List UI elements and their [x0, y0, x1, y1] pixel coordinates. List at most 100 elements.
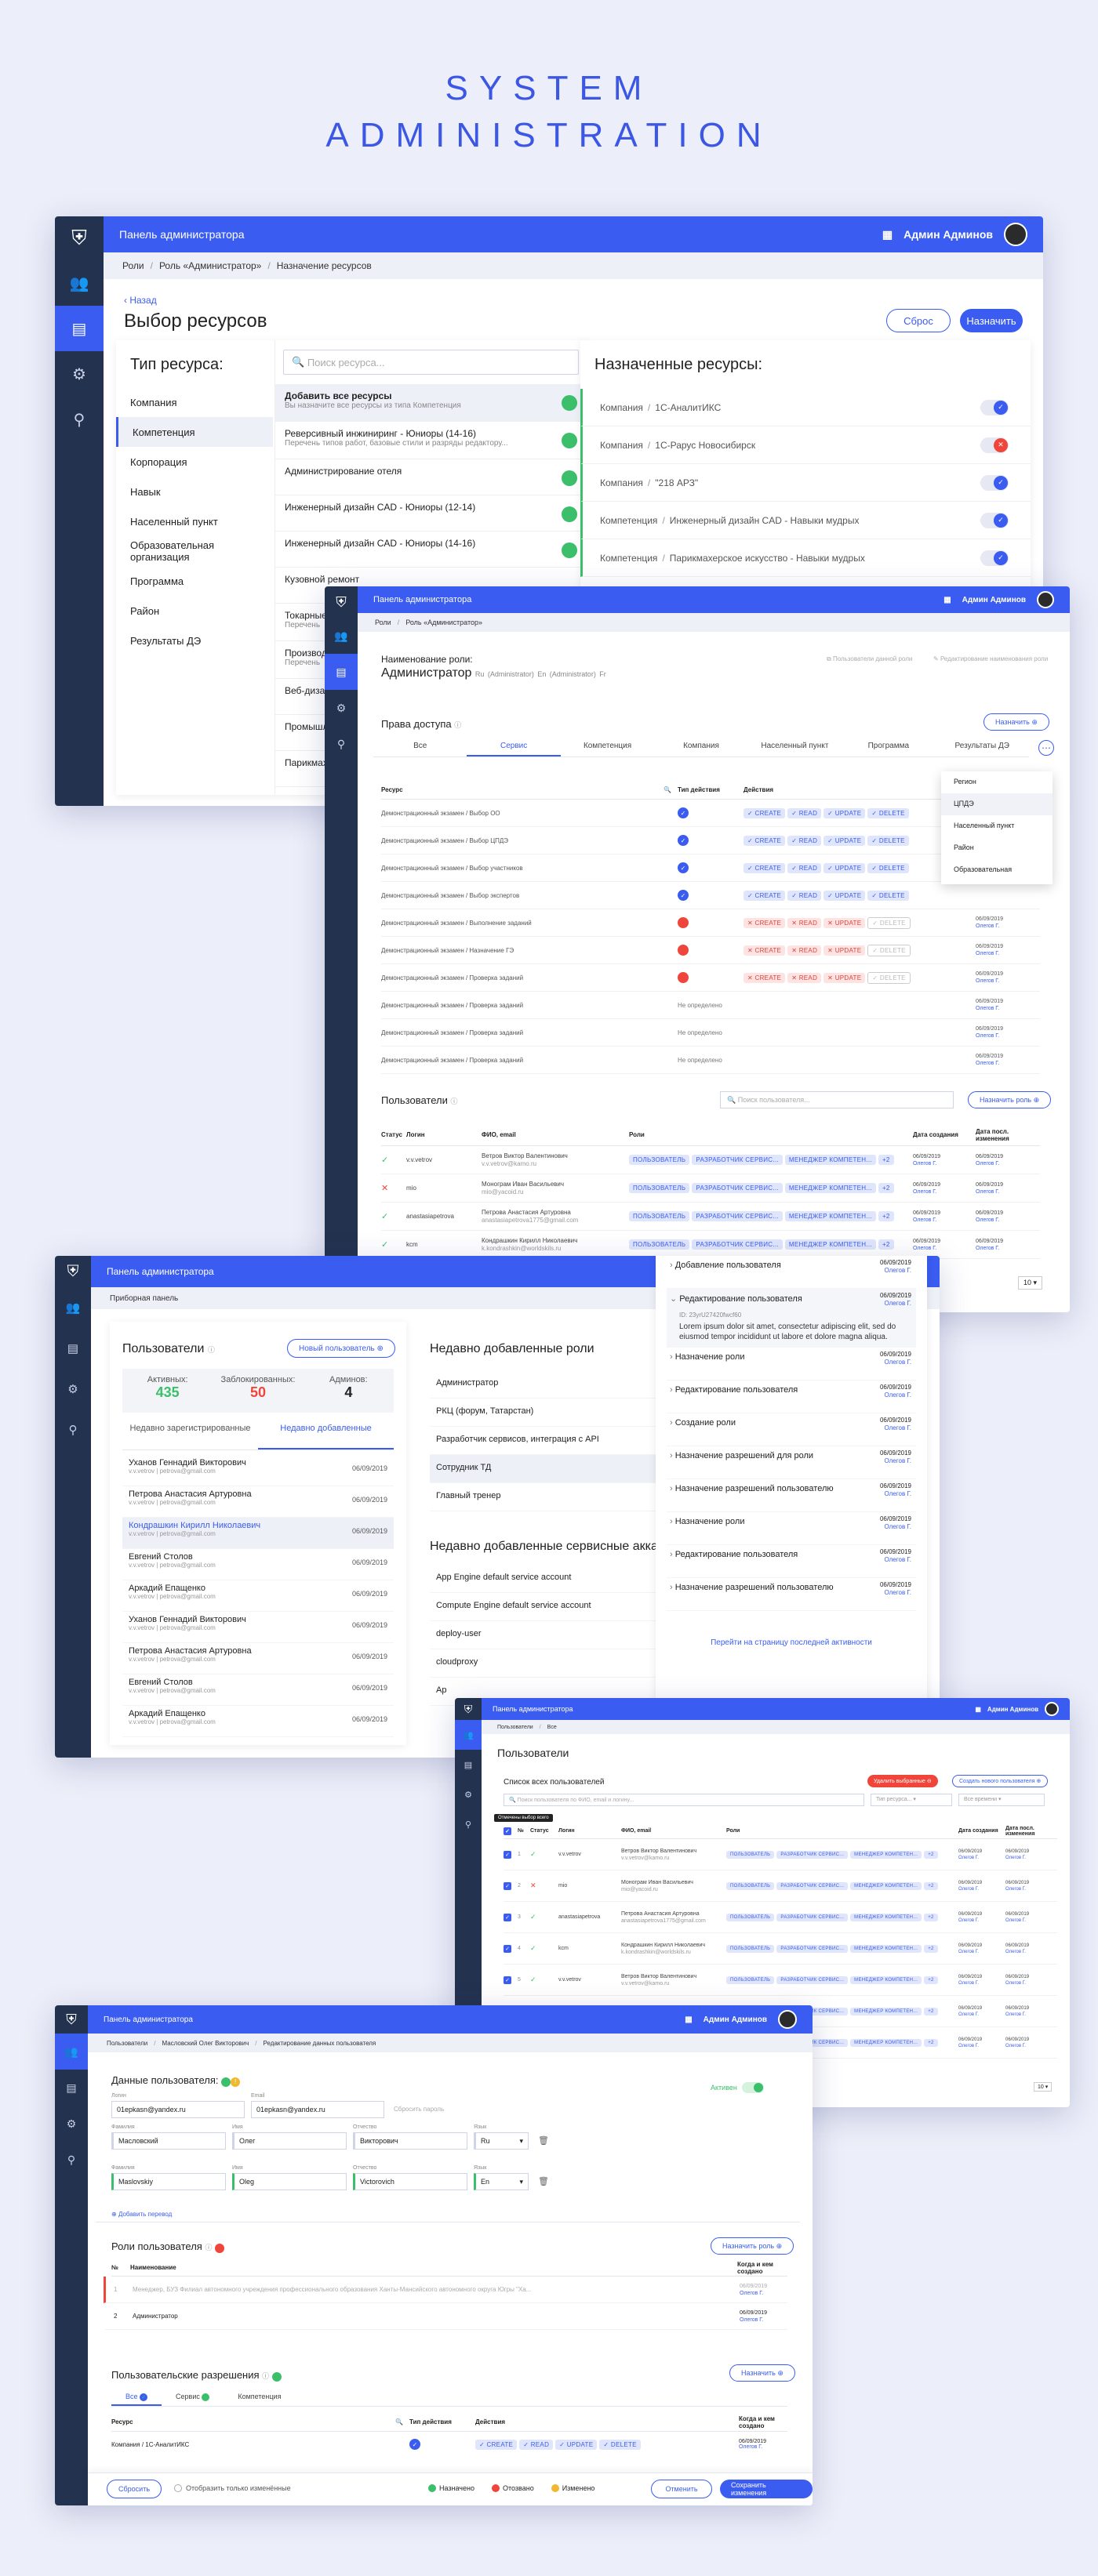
action-chip[interactable]: ✕ READ — [787, 917, 822, 928]
role-chip[interactable]: +2 — [878, 1211, 894, 1221]
role-chip[interactable]: ПОЛЬЗОВАТЕЛЬ — [629, 1239, 690, 1250]
action-chip[interactable]: ✕ CREATE — [744, 972, 786, 983]
type-check[interactable]: ✓ — [678, 862, 689, 873]
only-changed-toggle[interactable]: Отобразить только изменённые — [174, 2484, 291, 2492]
role-chip[interactable]: МЕНЕДЖЕР КОМПЕТЕН... — [850, 2007, 922, 2015]
activity-by[interactable]: Олегов Г. — [885, 1457, 912, 1464]
add-icon[interactable]: ➜ — [562, 470, 577, 486]
type-item[interactable]: Компания — [116, 387, 273, 417]
role-by[interactable]: Олегов Г. — [740, 2317, 763, 2323]
perm-tab[interactable]: Компетенция — [224, 2389, 295, 2406]
type-check[interactable]: ✕ — [678, 945, 689, 956]
name-field[interactable]: Олег — [232, 2132, 347, 2150]
link-role-users[interactable]: ⧉ Пользователи данной роли — [827, 655, 912, 663]
activity-item[interactable]: › Создание роли 06/09/2019 Олегов Г. — [667, 1413, 916, 1446]
created-by[interactable]: Олегов Г. — [913, 1246, 936, 1251]
role-chip[interactable]: +2 — [924, 1976, 938, 1984]
assigned-toggle[interactable]: ✓ — [980, 399, 1009, 415]
activity-item[interactable]: › Редактирование пользователя 06/09/2019 О… — [667, 1381, 916, 1413]
modified-by[interactable]: Олегов Г. — [976, 1246, 999, 1251]
name-field[interactable]: Maslovskiy — [111, 2173, 226, 2190]
user-name[interactable]: Админ Админов — [903, 228, 993, 241]
assign-button[interactable]: Назначить — [960, 309, 1023, 332]
action-chip[interactable]: ✓ UPDATE — [824, 835, 866, 846]
created-by[interactable]: Олегов Г. — [913, 1189, 936, 1195]
language-select[interactable]: Ru ▾ — [474, 2132, 529, 2150]
user-name[interactable]: Админ Админов — [704, 2015, 767, 2024]
create-user-button[interactable]: Создать нового пользователя ⊕ — [952, 1775, 1049, 1787]
recent-user-item[interactable]: Кондрашкин Кирилл Николаевич v.v.vetrov |… — [122, 1518, 394, 1549]
add-icon[interactable]: ➜ — [562, 542, 577, 558]
rights-by[interactable]: Олегов Г. — [976, 923, 999, 929]
activity-item[interactable]: › Назначение разрешений пользователю 06/0… — [667, 1479, 916, 1512]
activity-by[interactable]: Олегов Г. — [885, 1424, 912, 1431]
role-chip[interactable]: +2 — [924, 2038, 938, 2047]
activity-item[interactable]: › Назначение роли 06/09/2019 Олегов Г. — [667, 1348, 916, 1381]
role-row[interactable]: 1 Менеджер, БУЗ Филиал автономного учрежд… — [104, 2277, 787, 2303]
assign-role-button[interactable]: Назначить роль ⊕ — [711, 2237, 794, 2255]
gear-nav-icon[interactable]: ⚙ — [55, 2106, 88, 2142]
role-chip[interactable]: МЕНЕДЖЕР КОМПЕТЕН... — [784, 1183, 876, 1193]
role-chip[interactable]: ПОЛЬЗОВАТЕЛЬ — [726, 1944, 775, 1953]
table-row[interactable]: ✓ 4 ✓ kcm Кондрашкин Кирилл Николаевич k.kond… — [504, 1933, 1057, 1965]
row-checkbox[interactable]: ✓ — [504, 1976, 518, 1984]
per-page-select[interactable]: 10 ▾ — [1018, 1276, 1043, 1290]
save-button[interactable]: Сохранить изменения — [720, 2480, 813, 2498]
activity-by[interactable]: Олегов Г. — [885, 1589, 912, 1596]
gear-nav-icon[interactable]: ⚙ — [55, 351, 104, 397]
more-tabs-icon[interactable]: ⋯ — [1038, 740, 1054, 756]
action-chip[interactable]: ✓ DELETE — [867, 916, 911, 929]
search-icon[interactable]: 🔍 — [664, 786, 678, 793]
table-row[interactable]: ✓ 5 ✓ v.v.vetrov Ветров Виктор Валентинович v… — [504, 1965, 1057, 1996]
action-chip[interactable]: ✓ DELETE — [867, 971, 911, 984]
type-item[interactable]: Результаты ДЭ — [116, 626, 273, 655]
name-field[interactable]: Викторович — [353, 2132, 467, 2150]
modified-by[interactable]: Олегов Г. — [976, 1189, 999, 1195]
rights-tab[interactable]: Населенный пункт — [748, 737, 842, 756]
activity-by[interactable]: Олегов Г. — [885, 1523, 912, 1530]
assigned-toggle[interactable]: ✓ — [980, 512, 1009, 528]
delete-selected-button[interactable]: Удалить выбранные ⊖ — [867, 1775, 938, 1787]
role-chip[interactable]: РАЗРАБОТЧИК СЕРВИС... — [692, 1183, 783, 1193]
modified-by[interactable]: Олегов Г. — [1005, 1981, 1026, 1986]
perm-type-check[interactable]: ✓ — [409, 2439, 475, 2450]
recent-user-item[interactable]: Уханов Геннадий Викторович v.v.vetrov | p… — [122, 1612, 394, 1643]
action-chip[interactable]: ✓ DELETE — [599, 2439, 641, 2450]
logo-icon[interactable]: ⛨ — [55, 1256, 91, 1287]
undo-button[interactable]: Отменить — [651, 2480, 712, 2498]
created-by[interactable]: Олегов Г. — [958, 1981, 979, 1986]
user-row[interactable]: ✓ v.v.vetrov Ветров Виктор Валентинович v.v… — [381, 1146, 1040, 1174]
perm-tab[interactable]: Сервис ✓ — [162, 2389, 224, 2406]
role-chip[interactable]: ПОЛЬЗОВАТЕЛЬ — [726, 1976, 775, 1984]
assign-role-button[interactable]: Назначить роль ⊕ — [968, 1091, 1052, 1108]
add-icon[interactable]: ➜ — [562, 506, 577, 522]
activity-item[interactable]: ⌄ Редактирование пользователя 06/09/2019 О… — [667, 1289, 916, 1348]
avatar[interactable] — [1037, 591, 1054, 608]
role-chip[interactable]: ПОЛЬЗОВАТЕЛЬ — [629, 1211, 690, 1221]
action-chip[interactable]: ✕ UPDATE — [824, 945, 866, 956]
user-name[interactable]: Админ Админов — [987, 1706, 1038, 1713]
created-by[interactable]: Олегов Г. — [958, 1950, 979, 1954]
type-item[interactable]: Образовательная организация — [116, 536, 273, 566]
activity-item[interactable]: › Назначение разрешений пользователю 06/0… — [667, 1578, 916, 1611]
action-chip[interactable]: ✓ DELETE — [867, 944, 911, 956]
add-icon[interactable]: ➜ — [562, 433, 577, 448]
role-chip[interactable]: +2 — [924, 1881, 938, 1890]
resource-item[interactable]: Реверсивный инжиниринг - Юниоры (14-16) П… — [275, 422, 587, 459]
role-row[interactable]: 2 Администратор 06/09/2019 Олегов Г. — [104, 2303, 787, 2330]
action-chip[interactable]: ✓ READ — [787, 807, 822, 818]
action-chip[interactable]: ✓ DELETE — [867, 862, 909, 873]
role-chip[interactable]: РАЗРАБОТЧИК СЕРВИС... — [776, 1850, 849, 1859]
activity-by[interactable]: Олегов Г. — [885, 1300, 912, 1307]
dropdown-item[interactable]: Район — [941, 837, 1053, 859]
rights-tab[interactable]: Программа — [842, 737, 935, 756]
active-switch[interactable] — [741, 2082, 764, 2093]
type-item[interactable]: Навык — [116, 477, 273, 506]
modified-by[interactable]: Олегов Г. — [976, 1217, 999, 1223]
action-chip[interactable]: ✓ UPDATE — [824, 807, 866, 818]
rights-by[interactable]: Олегов Г. — [976, 1006, 999, 1011]
resource-item[interactable]: Администрирование отеля ➜ — [275, 459, 587, 495]
table-row[interactable]: ✓ 3 ✓ anastasiapetrova Петрова Анастасия Арт… — [504, 1902, 1057, 1933]
rights-tab[interactable]: Все — [373, 737, 467, 756]
action-chip[interactable]: ✓ UPDATE — [555, 2439, 598, 2450]
